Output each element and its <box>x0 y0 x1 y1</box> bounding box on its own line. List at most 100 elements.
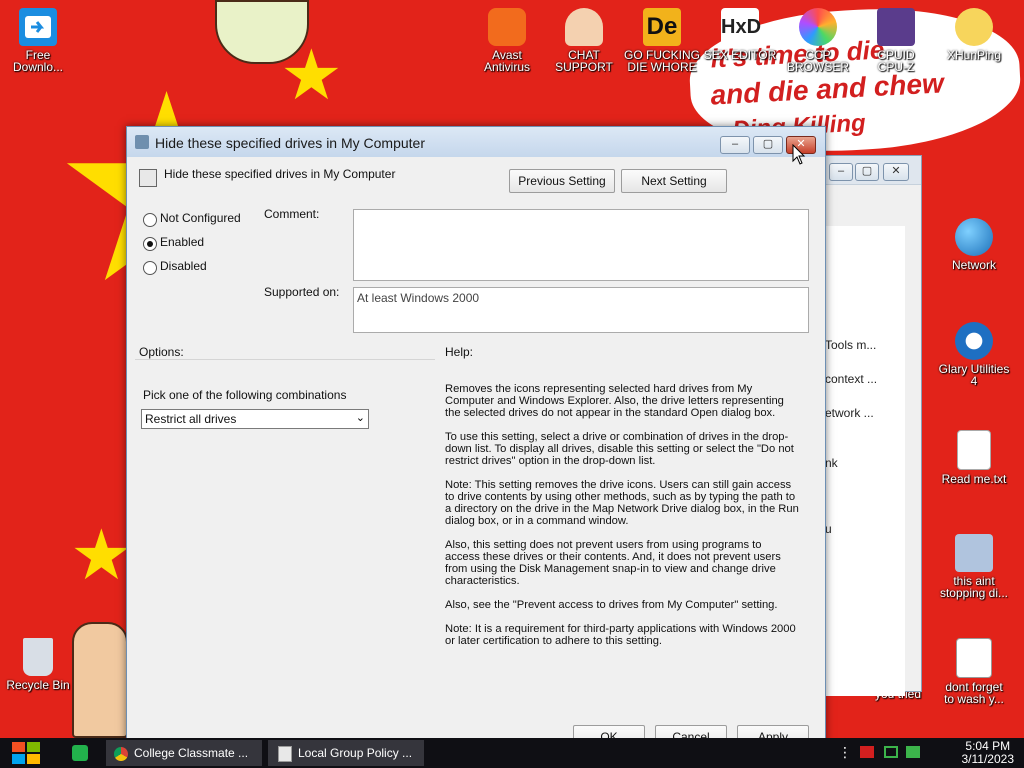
computer-icon <box>955 534 993 572</box>
xhunping-icon <box>955 8 993 46</box>
dialog-titlebar[interactable]: Hide these specified drives in My Comput… <box>127 127 825 157</box>
desktop-icon-chat-support[interactable]: CHAT SUPPORT <box>546 8 622 73</box>
previous-setting-button[interactable]: Previous Setting <box>509 169 615 193</box>
windows-logo-icon <box>12 742 40 764</box>
maximize-button[interactable]: ▢ <box>753 136 783 154</box>
taskbar-task-group-policy[interactable]: Local Group Policy ... <box>268 740 424 766</box>
chevron-down-icon: ⌄ <box>355 412 365 424</box>
desktop-icon-network[interactable]: Network <box>936 218 1012 271</box>
desktop-icon-cpuz[interactable]: CPUID CPU-Z <box>858 8 934 73</box>
browser-icon <box>799 8 837 46</box>
desktop-icon-label: XHunPing <box>946 48 1002 62</box>
radio-enabled[interactable] <box>143 237 157 251</box>
list-item[interactable]: Tools m... <box>825 338 876 352</box>
desktop-icon-label: Free Downlo... <box>12 48 64 74</box>
minimize-button[interactable]: – <box>829 163 853 181</box>
mouse-cursor-icon <box>792 144 806 165</box>
background-window-titlebar[interactable]: – ▢ ✕ <box>811 156 921 185</box>
help-text: Removes the icons representing selected … <box>445 383 799 659</box>
clock-date: 3/11/2023 <box>961 752 1015 766</box>
cartoon-character-top-image <box>215 0 309 64</box>
help-scrollbar[interactable] <box>799 381 811 707</box>
desktop-icon-die[interactable]: De GO FUCKING DIE WHORE <box>624 8 700 73</box>
taskbar-task-label: Local Group Policy ... <box>298 746 413 760</box>
avast-icon <box>488 8 526 46</box>
close-button[interactable]: ✕ <box>883 163 909 181</box>
background-window[interactable]: – ▢ ✕ Tools m... context ... etwork ... … <box>810 155 922 696</box>
flag-icon[interactable] <box>860 746 874 758</box>
radio-label[interactable]: Enabled <box>160 235 204 249</box>
setting-name: Hide these specified drives in My Comput… <box>164 167 396 181</box>
desktop-icon-label: this aint stopping di... <box>939 574 1009 600</box>
calendar-icon <box>956 638 992 678</box>
network-icon <box>955 218 993 256</box>
help-paragraph: Note: This setting removes the drive ico… <box>445 479 799 527</box>
help-paragraph: To use this setting, select a drive or c… <box>445 431 794 467</box>
desktop-icon-glary-utilities[interactable]: Glary Utilities 4 <box>936 322 1012 387</box>
hxd-icon: HxD <box>721 8 761 46</box>
desktop-icon-label: CHAT SUPPORT <box>555 48 613 74</box>
desktop-icon-label: CCP BROWSER <box>786 48 849 74</box>
radio-label[interactable]: Not Configured <box>160 211 241 225</box>
text-file-icon <box>957 430 991 470</box>
supported-on-label: Supported on: <box>264 285 340 299</box>
taskbar-task-label: College Classmate ... <box>134 746 249 760</box>
desktop-icon-label: Glary Utilities 4 <box>938 362 1010 388</box>
minimize-button[interactable]: – <box>720 136 750 154</box>
supported-on-value: At least Windows 2000 <box>357 291 480 305</box>
radio-label[interactable]: Disabled <box>160 259 207 273</box>
policy-icon <box>135 135 149 149</box>
desktop-icon-label: Network <box>951 258 996 272</box>
desktop-icon-recycle-bin[interactable]: Recycle Bin <box>0 638 76 691</box>
display-tray-icon[interactable] <box>906 746 920 758</box>
policy-icon <box>278 745 292 762</box>
desktop-icon-label: dont forget to wash y... <box>944 680 1004 706</box>
desktop-icon-dont-forget[interactable]: dont forget to wash y... <box>936 638 1012 705</box>
radio-disabled[interactable] <box>143 261 157 275</box>
background-window-list: Tools m... context ... etwork ... nk u <box>825 226 905 696</box>
desktop-icon-sex-editor[interactable]: HxD SEX EDITOR <box>702 8 778 61</box>
cartoon-character-image <box>72 622 128 738</box>
dialog-title: Hide these specified drives in My Comput… <box>155 135 426 151</box>
maximize-button[interactable]: ▢ <box>855 163 879 181</box>
comment-textarea[interactable] <box>353 209 809 281</box>
desktop-icon-label: Recycle Bin <box>6 678 70 692</box>
list-item[interactable]: context ... <box>825 372 877 386</box>
overflow-icon[interactable]: ⋮ <box>838 744 852 761</box>
desktop-icon-label: Read me.txt <box>941 472 1007 486</box>
desktop-icon-label: CPUID CPU-Z <box>877 48 915 74</box>
help-paragraph: Also, see the "Prevent access to drives … <box>445 599 778 611</box>
taskbar: College Classmate ... Local Group Policy… <box>0 738 1024 768</box>
chrome-icon <box>114 746 128 761</box>
help-paragraph: Note: It is a requirement for third-part… <box>445 623 796 647</box>
desktop-icon-this-aint-stopping[interactable]: this aint stopping di... <box>936 534 1012 599</box>
list-item[interactable]: u <box>825 522 832 536</box>
desktop-icon-free-download[interactable]: Free Downlo... <box>0 8 76 73</box>
list-item[interactable]: etwork ... <box>825 406 874 420</box>
desktop-icon-avast[interactable]: Avast Antivirus <box>469 8 545 73</box>
pinned-app-icon[interactable] <box>72 745 88 761</box>
network-tray-icon[interactable] <box>884 746 898 758</box>
start-button[interactable] <box>10 741 42 765</box>
desktop-icon-label: Avast Antivirus <box>483 48 530 74</box>
taskbar-task-chrome[interactable]: College Classmate ... <box>106 740 262 766</box>
desktop-icon-readme[interactable]: Read me.txt <box>936 430 1012 485</box>
recycle-bin-icon <box>23 638 53 676</box>
help-paragraph: Also, this setting does not prevent user… <box>445 539 781 587</box>
graffiti-line: and die and chew <box>709 67 945 111</box>
cpuz-icon <box>877 8 915 46</box>
radio-not-configured[interactable] <box>143 213 157 227</box>
policy-setting-dialog[interactable]: Hide these specified drives in My Comput… <box>126 126 826 749</box>
desktop-icon-ccp-browser[interactable]: CCP BROWSER <box>780 8 856 73</box>
supported-on-field: At least Windows 2000 <box>353 287 809 333</box>
desktop-icon-label: GO FUCKING DIE WHORE <box>624 48 701 74</box>
help-paragraph: Removes the icons representing selected … <box>445 383 784 419</box>
doctor-icon <box>565 8 603 46</box>
wallpaper-star: ★ <box>70 516 133 594</box>
drive-restriction-select[interactable]: Restrict all drives ⌄ <box>141 409 369 429</box>
list-item[interactable]: nk <box>825 456 838 470</box>
download-icon <box>19 8 57 46</box>
next-setting-button[interactable]: Next Setting <box>621 169 727 193</box>
desktop-icon-xhunping[interactable]: XHunPing <box>936 8 1012 61</box>
taskbar-clock[interactable]: 5:04 PM 3/11/2023 <box>962 740 1015 766</box>
